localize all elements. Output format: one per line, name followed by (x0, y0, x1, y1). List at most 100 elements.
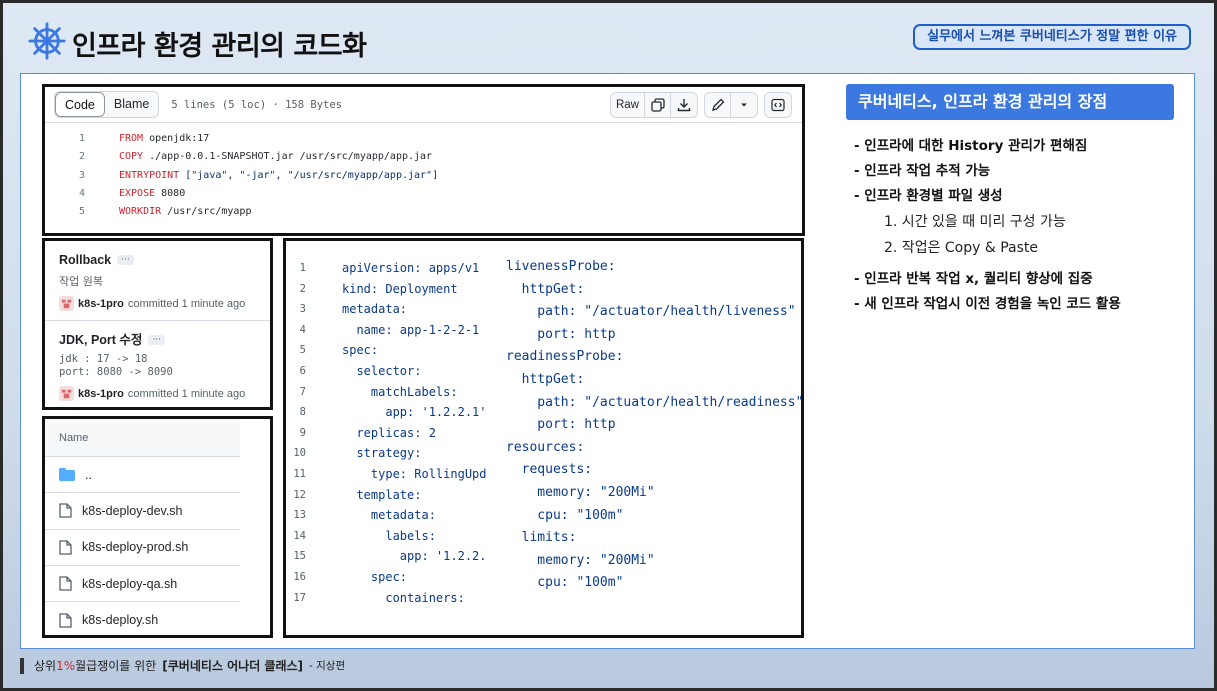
code-line: 7 matchLabels: (299, 384, 458, 399)
view-toggle: Code Blame (54, 91, 160, 118)
more-icon[interactable]: ··· (117, 254, 134, 265)
code-line: 4 EXPOSE 8080 (78, 187, 186, 199)
code-line: path: "/actuator/health/liveness" (506, 304, 796, 320)
code-line: readinessProbe: (506, 349, 624, 365)
page-title: 인프라 환경 관리의 코드화 (72, 31, 367, 62)
code-line: 15 app: '1.2.2.1' (293, 549, 486, 564)
advantage-item: - 인프라 작업 추적 가능 (854, 163, 991, 179)
content-panel: Code Blame 5 lines (5 loc) · 158 Bytes R… (20, 73, 1195, 649)
download-icon[interactable] (671, 93, 697, 117)
code-line: 16 spec: (293, 569, 408, 584)
advantage-item: - 인프라 환경별 파일 생성 (854, 188, 1003, 204)
code-line: 5 WORKDIR /usr/src/myapp (78, 206, 252, 218)
code-line: path: "/actuator/health/readiness" (506, 394, 804, 410)
code-line: 12 template: (293, 487, 422, 502)
commit-item[interactable]: JDK, Port 수정 ··· jdk : 17 -> 18 port: 808… (45, 321, 270, 401)
commit-desc: 작업 원복 (59, 275, 103, 288)
slide-header: 인프라 환경 관리의 코드화 실무에서 느껴본 쿠버네티스가 정말 편한 이유 (20, 16, 1200, 68)
yaml-code-left: 1 apiVersion: apps/v1 2 kind: Deployment 3… (286, 258, 486, 608)
code-line: port: http (506, 417, 616, 433)
commit-meta: k8s-1pro committed 1 minute ago (59, 386, 270, 401)
symbols-icon[interactable] (765, 93, 791, 117)
commit-title[interactable]: Rollback (59, 253, 111, 267)
commit-author[interactable]: k8s-1pro (78, 388, 124, 400)
more-icon[interactable]: ··· (148, 334, 166, 345)
code-line: resources: (506, 439, 585, 455)
code-line: 13 metadata: (293, 508, 436, 523)
code-line: 10 strategy: (293, 446, 422, 461)
advantage-item: - 인프라 반복 작업 x, 퀄리티 향상에 집중 (854, 271, 1093, 287)
commit-time: committed 1 minute ago (127, 387, 246, 400)
edit-pencil-icon[interactable] (705, 93, 731, 117)
code-line: httpGet: (506, 371, 585, 387)
file-row[interactable]: k8s-deploy-prod.sh (45, 530, 240, 566)
file-actions: Raw (609, 92, 792, 118)
tab-code[interactable]: Code (55, 92, 105, 117)
code-line: 17 containers: (293, 590, 465, 605)
code-line: 6 selector: (299, 363, 422, 378)
code-line: cpu: "100m" (506, 507, 624, 523)
yaml-code-right: livenessProbe: httpGet: path: "/actuator… (506, 256, 804, 595)
code-line: memory: "200Mi" (506, 552, 655, 568)
code-line: memory: "200Mi" (506, 484, 655, 500)
commit-item[interactable]: Rollback ··· 작업 원복 k8s-1pro committed 1 m… (45, 241, 270, 321)
code-line: 1 apiVersion: apps/v1 (299, 261, 480, 275)
code-line: cpu: "100m" (506, 575, 624, 591)
code-line: 8 app: '1.2.2.1' (299, 405, 486, 420)
commit-author[interactable]: k8s-1pro (78, 298, 124, 310)
code-line: httpGet: (506, 281, 585, 297)
file-toolbar: Code Blame 5 lines (5 loc) · 158 Bytes R… (45, 87, 802, 123)
file-row-parent[interactable]: .. (45, 457, 240, 494)
code-line: 9 replicas: 2 (299, 425, 436, 440)
file-icon (59, 613, 72, 628)
file-list-header: Name (45, 419, 240, 457)
commit-meta: k8s-1pro committed 1 minute ago (59, 296, 270, 311)
commit-title[interactable]: JDK, Port 수정 (59, 333, 142, 347)
deployment-yaml: 1 apiVersion: apps/v1 2 kind: Deployment 3… (283, 238, 804, 638)
code-line: 2 kind: Deployment (299, 281, 458, 296)
course-title: [쿠버네티스 어나더 클래스] (162, 659, 304, 673)
code-line: port: http (506, 326, 616, 342)
chevron-down-icon[interactable] (731, 93, 757, 117)
code-line: 1 FROM openjdk:17 (78, 133, 210, 144)
copy-icon[interactable] (645, 93, 671, 117)
file-icon (59, 540, 72, 555)
dockerfile-viewer: Code Blame 5 lines (5 loc) · 158 Bytes R… (42, 84, 805, 236)
footer-bar (20, 657, 24, 674)
advantage-item: - 새 인프라 작업시 이전 경험을 녹인 코드 활용 (854, 296, 1121, 312)
slide-footer: 상위 1% 월급쟁이를 위한 [쿠버네티스 어나더 클래스] - 지상편 (20, 657, 345, 674)
commit-history: Rollback ··· 작업 원복 k8s-1pro committed 1 m… (42, 238, 273, 410)
code-line: 4 name: app-1-2-2-1 (299, 322, 480, 337)
kubernetes-helm-icon (28, 22, 66, 60)
file-row[interactable]: k8s-deploy-qa.sh (45, 566, 240, 603)
advantage-item: - 인프라에 대한 History 관리가 편해짐 (854, 138, 1088, 154)
file-list: Name .. k8s-deploy-dev.sh k8s-deploy-pro… (42, 416, 273, 638)
code-line: requests: (506, 462, 593, 478)
tab-blame[interactable]: Blame (104, 92, 159, 117)
code-line: 14 labels: (293, 528, 436, 543)
code-line: 2 COPY ./app-0.0.1-SNAPSHOT.jar /usr/src/… (78, 151, 433, 163)
code-line: 5 spec: (299, 343, 379, 358)
dockerfile-code: 1 FROM openjdk:17 2 COPY ./app-0.0.1-SNAPS… (45, 123, 802, 221)
advantages-title: 쿠버네티스, 인프라 환경 관리의 장점 (846, 84, 1174, 120)
code-line: limits: (506, 530, 577, 546)
commit-time: committed 1 minute ago (127, 297, 246, 310)
file-icon (59, 503, 72, 519)
code-line: 11 type: RollingUpdate (293, 466, 486, 481)
advantage-subitem: 1. 시간 있을 때 미리 구성 가능 (884, 214, 1066, 230)
avatar (59, 296, 74, 311)
folder-icon (59, 468, 75, 482)
code-line: 3 ENTRYPOINT ["java", "-jar", "/usr/src/m… (78, 169, 439, 181)
file-meta: 5 lines (5 loc) · 158 Bytes (171, 98, 343, 111)
raw-button[interactable]: Raw (611, 93, 645, 117)
advantages-list: - 인프라에 대한 History 관리가 편해짐 - 인프라 작업 추적 가능… (854, 134, 1121, 317)
code-line: 3 metadata: (299, 302, 408, 317)
file-icon (59, 576, 72, 591)
file-row[interactable]: k8s-deploy.sh (45, 602, 240, 635)
avatar (59, 386, 74, 401)
file-row[interactable]: k8s-deploy-dev.sh (45, 493, 240, 530)
advantage-subitem: 2. 작업은 Copy & Paste (884, 240, 1039, 256)
code-line: livenessProbe: (506, 259, 616, 274)
commit-desc: jdk : 17 -> 18 port: 8080 -> 8090 (59, 353, 173, 378)
tagline-badge: 실무에서 느껴본 쿠버네티스가 정말 편한 이유 (913, 24, 1191, 50)
